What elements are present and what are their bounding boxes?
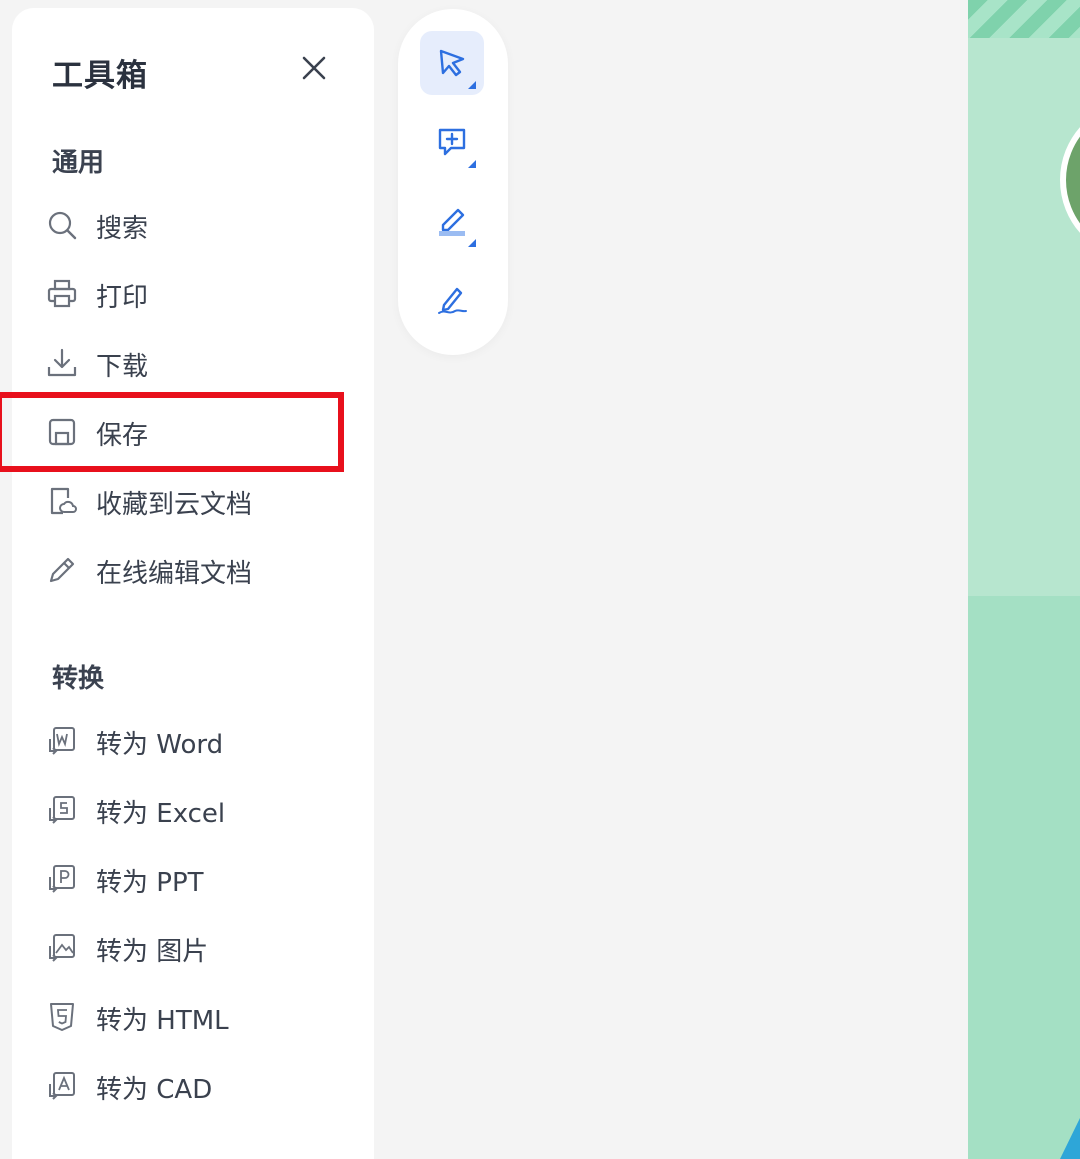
annotation-toolbar bbox=[398, 9, 508, 355]
printer-icon bbox=[46, 278, 78, 310]
menu-item-label: 下载 bbox=[96, 352, 149, 382]
dropdown-indicator bbox=[468, 81, 476, 89]
tool-highlighter[interactable] bbox=[420, 189, 484, 253]
menu-item-convert-html[interactable]: 转为 HTML bbox=[12, 988, 374, 1046]
menu-item-label: 打印 bbox=[96, 283, 149, 313]
dropdown-indicator bbox=[468, 160, 476, 168]
menu-item-label: 在线编辑文档 bbox=[96, 559, 253, 589]
toolbox-title: 工具箱 bbox=[52, 58, 148, 94]
search-icon bbox=[46, 209, 78, 241]
convert-html-icon bbox=[46, 1001, 78, 1033]
document-stripe-band bbox=[968, 0, 1080, 38]
menu-item-label: 转为 PPT bbox=[96, 868, 204, 898]
menu-item-label: 转为 Word bbox=[96, 730, 224, 760]
menu-item-save[interactable]: 保存 bbox=[12, 403, 374, 461]
toolbox-panel: 工具箱 通用 搜索 打印 下载 保存 收藏到云文档 在线编辑文档 转换 转为 W… bbox=[12, 8, 374, 1159]
section-title-general: 通用 bbox=[52, 148, 105, 178]
tool-select[interactable] bbox=[420, 31, 484, 95]
menu-item-label: 收藏到云文档 bbox=[96, 490, 253, 520]
document-top-section bbox=[968, 38, 1080, 596]
document-corner-graphic bbox=[1060, 1118, 1080, 1159]
section-title-convert: 转换 bbox=[52, 664, 105, 694]
download-icon bbox=[46, 347, 78, 379]
menu-item-convert-ppt[interactable]: 转为 PPT bbox=[12, 850, 374, 908]
document-preview bbox=[968, 0, 1080, 1159]
menu-item-download[interactable]: 下载 bbox=[12, 334, 374, 392]
menu-item-label: 保存 bbox=[96, 421, 149, 451]
tool-signature[interactable] bbox=[420, 268, 484, 332]
menu-item-convert-excel[interactable]: 转为 Excel bbox=[12, 781, 374, 839]
convert-ppt-icon bbox=[46, 863, 78, 895]
select-cursor-icon bbox=[439, 49, 465, 77]
menu-item-online-edit[interactable]: 在线编辑文档 bbox=[12, 541, 374, 599]
signature-pen-icon bbox=[438, 287, 467, 314]
close-icon bbox=[302, 56, 326, 80]
tool-add-comment[interactable] bbox=[420, 110, 484, 174]
menu-item-label: 转为 图片 bbox=[96, 937, 209, 967]
menu-item-convert-cad[interactable]: 转为 CAD bbox=[12, 1057, 374, 1115]
menu-item-save-to-cloud[interactable]: 收藏到云文档 bbox=[12, 472, 374, 530]
convert-cad-icon bbox=[46, 1070, 78, 1102]
convert-word-icon bbox=[46, 725, 78, 757]
cloud-doc-icon bbox=[46, 485, 78, 517]
pencil-icon bbox=[46, 554, 78, 586]
convert-image-icon bbox=[46, 932, 78, 964]
save-icon bbox=[46, 416, 78, 448]
convert-excel-icon bbox=[46, 794, 78, 826]
highlighter-icon bbox=[439, 208, 465, 236]
menu-item-label: 转为 CAD bbox=[96, 1075, 213, 1105]
menu-item-label: 搜索 bbox=[96, 214, 149, 244]
app-window: 工具箱 通用 搜索 打印 下载 保存 收藏到云文档 在线编辑文档 转换 转为 W… bbox=[0, 0, 1080, 1159]
menu-item-convert-image[interactable]: 转为 图片 bbox=[12, 919, 374, 977]
close-button[interactable] bbox=[298, 52, 330, 84]
menu-item-convert-word[interactable]: 转为 Word bbox=[12, 712, 374, 770]
menu-item-label: 转为 Excel bbox=[96, 799, 226, 829]
dropdown-indicator bbox=[468, 239, 476, 247]
menu-item-label: 转为 HTML bbox=[96, 1006, 229, 1036]
menu-item-print[interactable]: 打印 bbox=[12, 265, 374, 323]
menu-item-search[interactable]: 搜索 bbox=[12, 196, 374, 254]
add-comment-icon bbox=[438, 128, 466, 156]
